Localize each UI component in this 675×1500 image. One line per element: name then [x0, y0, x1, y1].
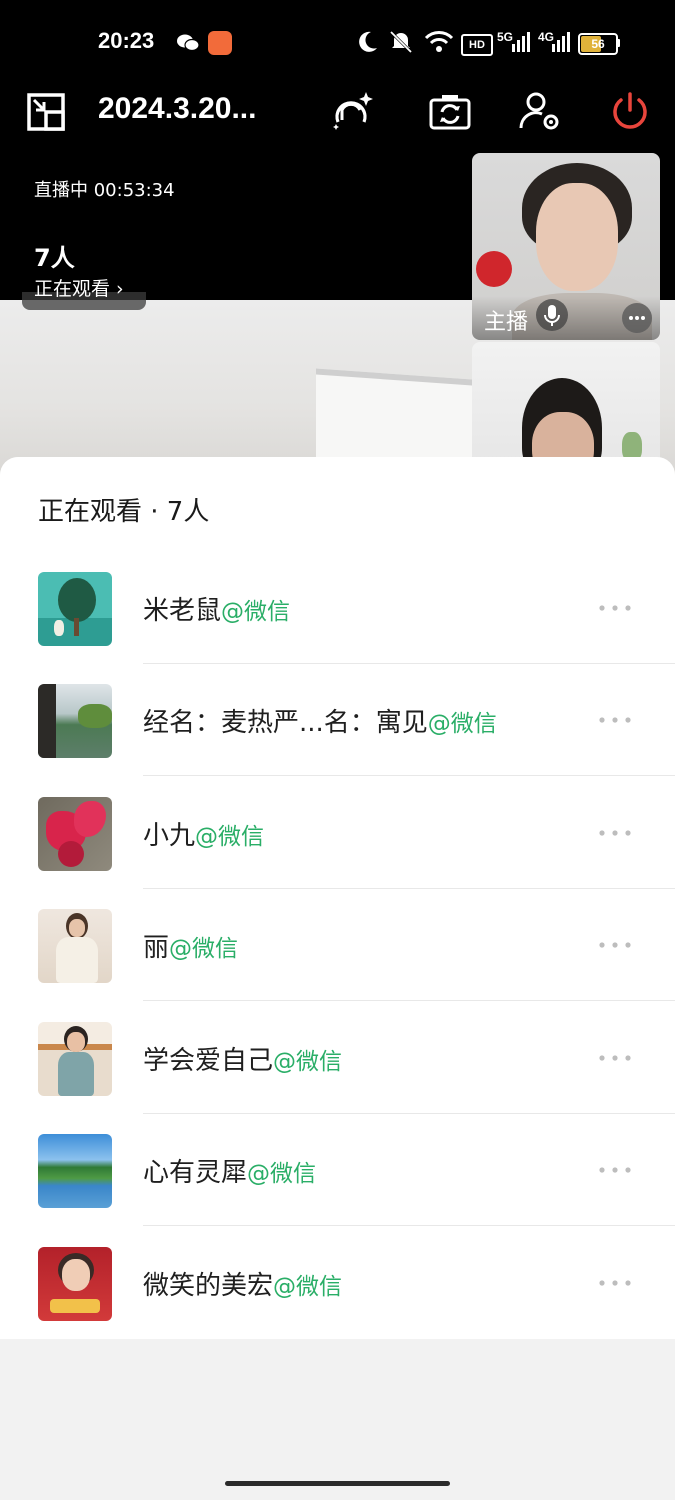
- viewer-row[interactable]: 小九@微信: [0, 777, 675, 889]
- guest-settings-icon[interactable]: [516, 88, 564, 136]
- host-video-thumb[interactable]: 主播: [472, 153, 660, 340]
- flip-camera-icon[interactable]: [426, 88, 474, 136]
- viewer-source: @微信: [247, 1161, 317, 1187]
- viewer-row[interactable]: 微笑的美宏@微信: [0, 1227, 675, 1339]
- mute-icon: [389, 30, 413, 54]
- viewer-source: @微信: [221, 599, 291, 625]
- live-status: 直播中 00:53:34: [34, 180, 175, 201]
- viewer-name: 微笑的美宏: [143, 1271, 274, 1301]
- battery-icon: 56: [578, 33, 618, 55]
- viewer-name: 学会爱自己: [143, 1046, 274, 1076]
- more-icon[interactable]: [596, 1164, 636, 1176]
- moon-icon: [359, 31, 377, 52]
- app-icon: [208, 31, 232, 55]
- more-icon[interactable]: [596, 827, 636, 839]
- status-time: 20:23: [98, 28, 155, 53]
- wifi-icon: [424, 31, 454, 52]
- viewer-source: @微信: [195, 824, 265, 850]
- more-icon[interactable]: [596, 1052, 636, 1064]
- power-icon[interactable]: [606, 88, 654, 136]
- more-icon[interactable]: [596, 1277, 636, 1289]
- decoration-badge: [476, 251, 512, 287]
- home-indicator[interactable]: [225, 1481, 450, 1486]
- host-face: [536, 183, 618, 291]
- viewer-list-link[interactable]: 正在观看 ›: [34, 274, 124, 301]
- viewer-row[interactable]: 丽@微信: [0, 889, 675, 1001]
- avatar: [38, 684, 112, 758]
- exit-fullscreen-icon[interactable]: [22, 88, 70, 136]
- wechat-icon: [177, 34, 200, 52]
- viewer-name: 小九: [143, 821, 196, 851]
- sheet-title: 正在观看 · 7人: [38, 497, 210, 527]
- battery-level: 56: [591, 37, 605, 51]
- host-label: 主播: [484, 310, 529, 335]
- viewer-row[interactable]: 米老鼠@微信: [0, 552, 675, 664]
- avatar: [38, 797, 112, 871]
- battery-tip: [617, 39, 620, 47]
- viewer-name: 丽: [143, 933, 170, 963]
- avatar: [38, 1247, 112, 1321]
- viewer-name: 米老鼠: [143, 596, 222, 626]
- signal-5g-icon: [512, 32, 530, 52]
- more-icon[interactable]: [596, 714, 636, 726]
- viewer-name: 经名：麦热严...名：寓见: [143, 708, 428, 738]
- beauty-icon[interactable]: [328, 88, 376, 136]
- viewer-source: @微信: [169, 936, 239, 962]
- viewer-row[interactable]: 学会爱自己@微信: [0, 1002, 675, 1114]
- viewer-source: @微信: [273, 1049, 343, 1075]
- more-icon[interactable]: [596, 939, 636, 951]
- avatar: [38, 909, 112, 983]
- guest-video-thumb[interactable]: [472, 342, 660, 472]
- hd-icon: HD: [461, 34, 493, 56]
- viewer-row[interactable]: 心有灵犀@微信: [0, 1114, 675, 1226]
- viewer-list-sheet: 正在观看 · 7人 米老鼠@微信 经名：麦热严...名：寓见@微信 小九@微信: [0, 457, 675, 1500]
- signal-4g-icon: [552, 32, 570, 52]
- viewer-row[interactable]: 经名：麦热严...名：寓见@微信: [0, 664, 675, 776]
- viewer-source: @微信: [273, 1274, 343, 1300]
- room-title: 2024.3.20...: [98, 92, 257, 125]
- mic-icon[interactable]: [536, 299, 568, 331]
- avatar: [38, 1134, 112, 1208]
- avatar: [38, 1022, 112, 1096]
- viewer-count[interactable]: 7人: [34, 238, 75, 273]
- more-options-icon[interactable]: [622, 303, 652, 333]
- viewer-source: @微信: [427, 711, 497, 737]
- viewer-name: 心有灵犀: [143, 1158, 248, 1188]
- avatar: [38, 572, 112, 646]
- more-icon[interactable]: [596, 602, 636, 614]
